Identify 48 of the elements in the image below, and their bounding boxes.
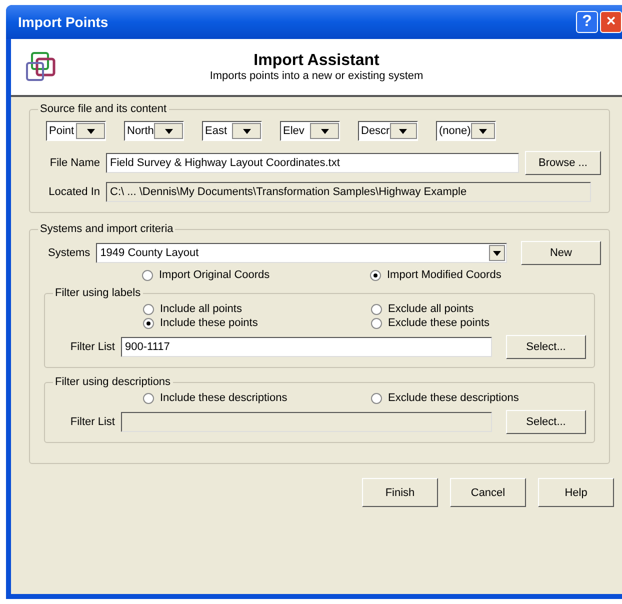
radio-button[interactable] — [143, 304, 154, 314]
filter-list-field[interactable]: 900-1117 — [121, 337, 492, 357]
overlapping-squares-icon — [25, 51, 57, 83]
radio-button[interactable] — [371, 318, 382, 328]
window-title: Import Points — [18, 14, 110, 30]
column-dropdown[interactable]: Point — [46, 121, 106, 141]
radio-label: Include these points — [160, 317, 258, 329]
header-title: Import Assistant — [252, 52, 380, 70]
radio-label: Include all points — [160, 303, 242, 315]
column-dropdown[interactable]: Elev — [280, 121, 340, 141]
radio-label: Exclude these points — [388, 317, 490, 329]
help-button[interactable]: ? — [576, 11, 598, 33]
field-label: Filter List — [69, 341, 115, 353]
radio-label: Exclude these descriptions — [388, 392, 519, 404]
radio-button[interactable] — [143, 318, 154, 328]
select-button[interactable]: Select... — [506, 410, 586, 434]
new-button[interactable]: New — [521, 241, 601, 265]
header-subtitle: Imports points into a new or existing system — [208, 70, 424, 82]
column-dropdown[interactable]: Descr — [358, 121, 418, 141]
group-title: Filter using labels — [54, 287, 142, 299]
column-dropdown[interactable]: East — [202, 121, 262, 141]
field-label: File Name — [48, 157, 100, 169]
column-dropdown[interactable]: North — [124, 121, 184, 141]
dialog-button[interactable]: Help — [538, 478, 614, 507]
field-label: Systems — [48, 247, 90, 259]
dialog-button[interactable]: Finish — [362, 478, 438, 507]
radio-button[interactable] — [371, 304, 382, 314]
field-label: Filter List — [69, 416, 115, 428]
column-dropdown[interactable]: (none) — [436, 121, 496, 141]
dialog-button[interactable]: Cancel — [450, 478, 526, 507]
radio-label: Include these descriptions — [160, 392, 288, 404]
radio-button[interactable] — [370, 270, 381, 280]
group-title: Systems and import criteria — [39, 223, 174, 235]
close-button[interactable]: × — [600, 11, 622, 33]
group-title: Filter using descriptions — [54, 376, 172, 388]
file-name-field[interactable]: Field Survey & Highway Layout Coordinates.txt — [106, 153, 519, 173]
systems-dropdown[interactable]: 1949 County Layout — [96, 243, 507, 263]
radio-label: Import Modified Coords — [387, 269, 502, 281]
radio-button[interactable] — [371, 392, 382, 404]
radio-button[interactable] — [143, 392, 154, 404]
group-title: Source file and its content — [39, 103, 168, 115]
browse-button[interactable]: Browse ... — [525, 151, 601, 175]
radio-label: Import Original Coords — [159, 269, 270, 281]
field-label: Located In — [48, 186, 100, 198]
radio-button[interactable] — [142, 270, 153, 280]
radio-label: Exclude all points — [388, 303, 474, 315]
location-field: C:\ ... \Dennis\My Documents\Transformation Samples\Highway Example — [106, 182, 591, 202]
select-button[interactable]: Select... — [506, 335, 586, 359]
